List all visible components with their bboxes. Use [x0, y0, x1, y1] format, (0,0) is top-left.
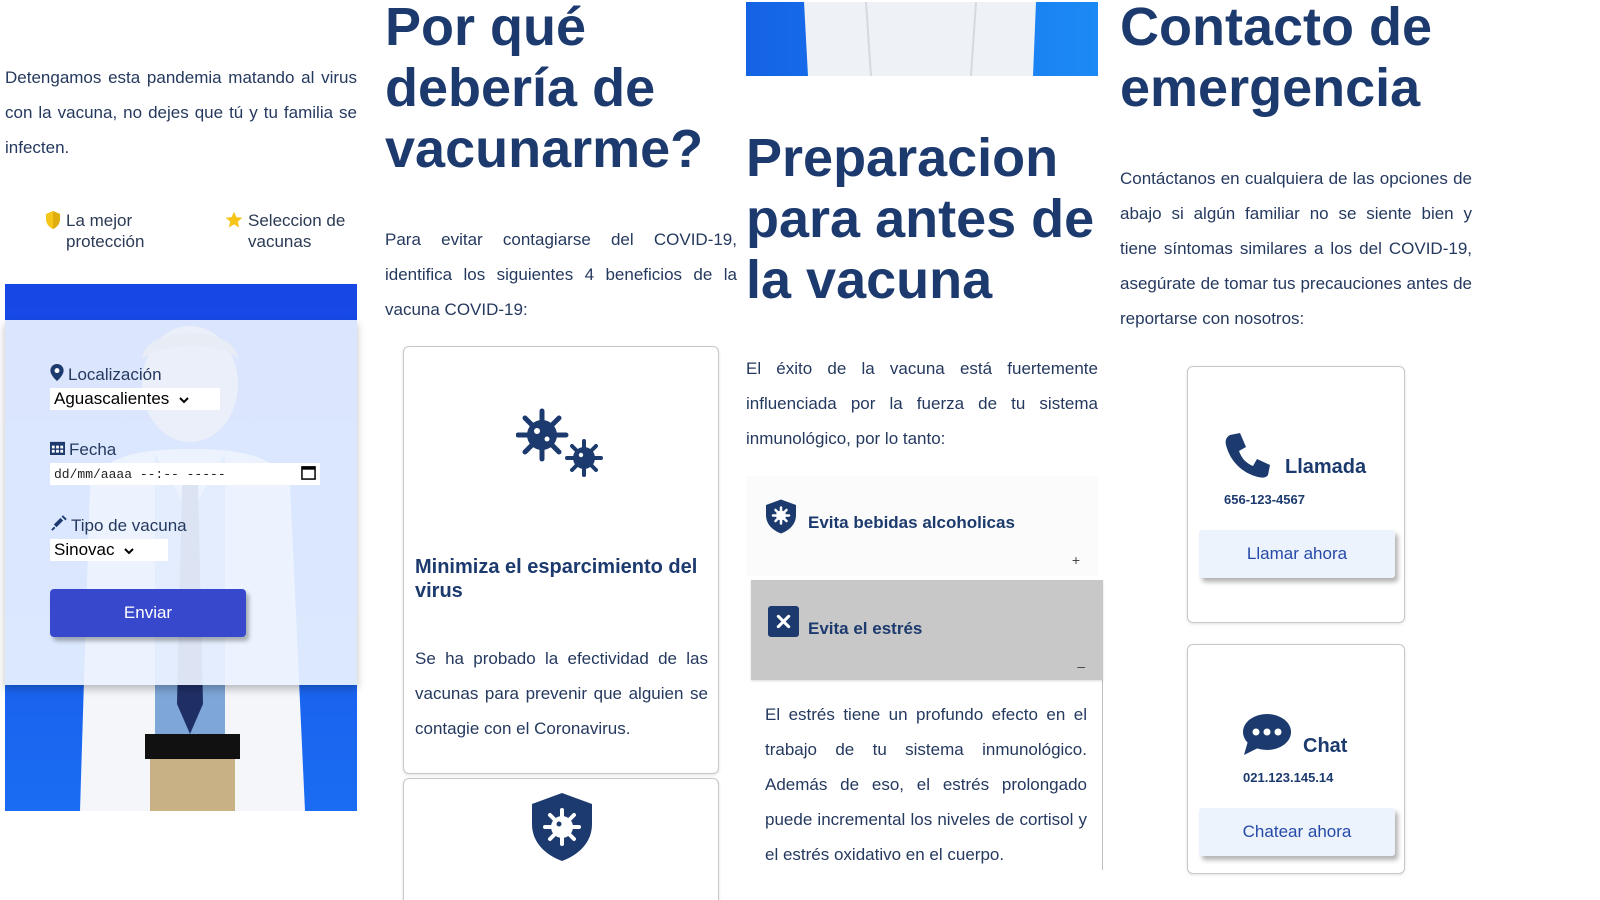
contact-card-number: 656-123-4567	[1224, 492, 1305, 507]
chat-now-button[interactable]: Chatear ahora	[1199, 808, 1395, 856]
accordion-item-alcohol[interactable]: Evita bebidas alcoholicas +	[746, 476, 1098, 576]
contact-card-title: Llamada	[1285, 456, 1367, 478]
shield-icon	[44, 210, 62, 252]
contact-card-call: Llamada 656-123-4567 Llamar ahora	[1187, 366, 1405, 623]
badge-vaccine-selection: Seleccion de vacunas	[224, 210, 378, 252]
expand-toggle[interactable]: +	[1072, 552, 1080, 568]
accordion-item-stress[interactable]: Evita el estrés –	[751, 580, 1103, 680]
close-box-icon	[768, 606, 799, 642]
chevron-down-icon	[124, 540, 135, 560]
why-text: Para evitar contagiarse del COVID-19, id…	[385, 230, 737, 319]
feature-badges: La mejor protección Seleccion de vacunas	[44, 210, 378, 252]
star-icon	[224, 210, 244, 252]
chat-icon	[1242, 713, 1292, 762]
intro-text: Detengamos esta pandemia matando al viru…	[5, 68, 357, 157]
contact-card-title: Chat	[1303, 735, 1348, 757]
syringe-icon	[50, 515, 67, 537]
collapse-toggle[interactable]: –	[1077, 658, 1085, 674]
date-label: Fecha	[50, 440, 312, 460]
shield-virus-icon	[764, 498, 798, 539]
benefit-text: Se ha probado la efectividad de las vacu…	[415, 649, 708, 738]
benefit-card: Minimiza el esparcimiento del virus Se h…	[403, 346, 719, 774]
badge-best-protection: La mejor protección	[44, 210, 166, 252]
calendar-picker-icon[interactable]	[301, 465, 316, 484]
location-select[interactable]: Aguascalientes	[50, 388, 220, 410]
benefit-card	[403, 778, 719, 900]
location-label: Localización	[50, 364, 312, 386]
contact-card-number: 021.123.145.14	[1243, 770, 1334, 785]
calendar-icon	[50, 440, 65, 460]
contact-text: Contáctanos en cualquiera de las opcione…	[1120, 169, 1472, 328]
contact-title: Contacto de emergencia	[1120, 0, 1433, 118]
vaccine-select[interactable]: Sinovac	[50, 539, 168, 561]
contact-card-chat: Chat 021.123.145.14 Chatear ahora	[1187, 644, 1405, 874]
prep-text: El éxito de la vacuna está fuertemente i…	[746, 359, 1098, 448]
shield-virus-icon	[528, 791, 596, 866]
vaccine-label: Tipo de vacuna	[50, 515, 312, 537]
badge-label: La mejor protección	[66, 211, 145, 251]
accordion-title: Evita bebidas alcoholicas	[808, 513, 1015, 532]
accordion-title: Evita el estrés	[808, 619, 923, 638]
call-now-button[interactable]: Llamar ahora	[1199, 530, 1395, 578]
appointment-form: Localización Aguascalientes Fecha dd/mm/…	[5, 320, 357, 685]
why-title: Por qué debería de vacunarme?	[385, 0, 704, 179]
prep-title: Preparacion para antes de la vacuna	[746, 128, 1095, 310]
chevron-down-icon	[179, 389, 190, 409]
date-input[interactable]: dd/mm/aaaa --:-- -----	[50, 463, 320, 485]
virus-icon	[515, 407, 608, 484]
accordion-body: El estrés tiene un profundo efecto en el…	[751, 680, 1103, 870]
doctor-banner-image	[746, 2, 1098, 76]
badge-label: Seleccion de vacunas	[248, 211, 346, 251]
benefit-title: Minimiza el esparcimiento del virus	[415, 556, 698, 602]
map-pin-icon	[50, 364, 64, 386]
phone-icon	[1224, 431, 1272, 484]
submit-button[interactable]: Enviar	[50, 589, 246, 637]
